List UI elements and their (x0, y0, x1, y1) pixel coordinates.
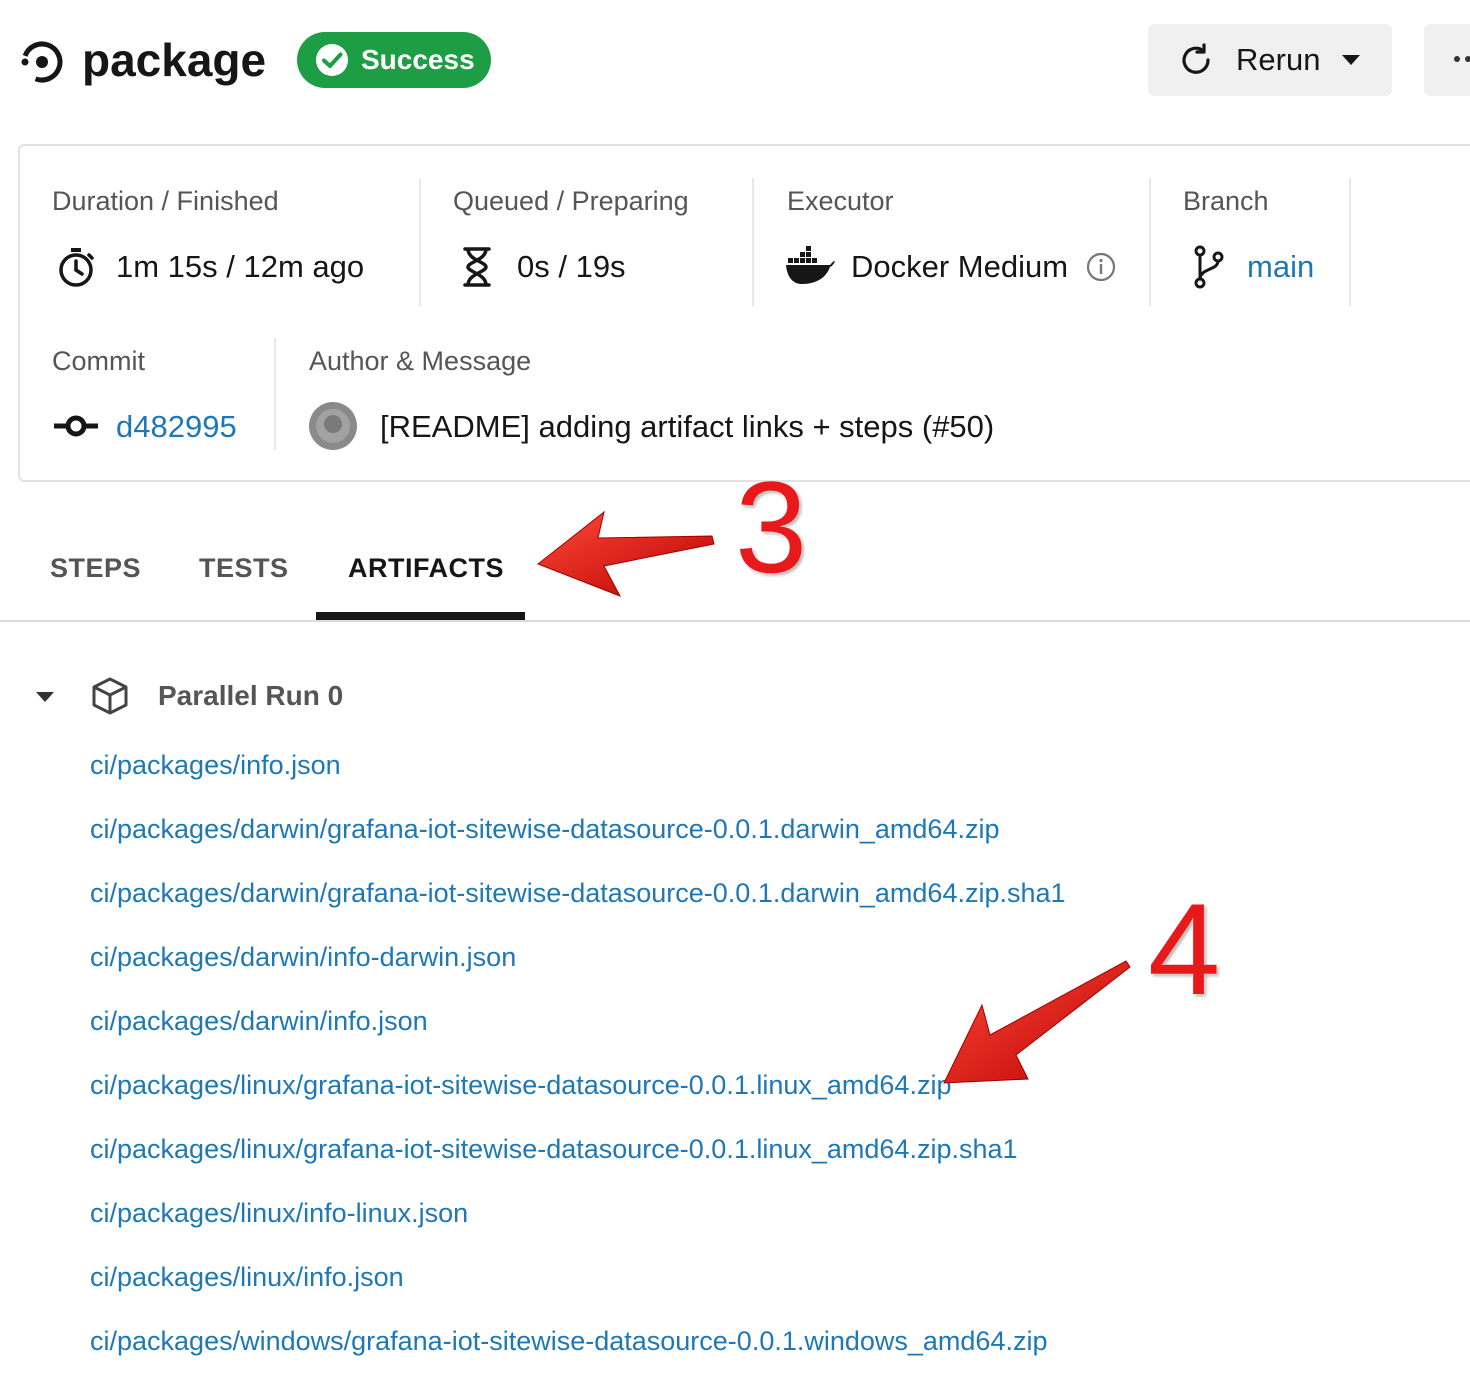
info-divider (419, 178, 421, 306)
more-actions-button[interactable] (1424, 24, 1470, 96)
artifact-link[interactable]: ci/packages/linux/grafana-iot-sitewise-d… (90, 1134, 1018, 1165)
artifact-link[interactable]: ci/packages/windows/grafana-iot-sitewise… (90, 1326, 1048, 1357)
artifact-link[interactable]: ci/packages/darwin/info.json (90, 1006, 428, 1037)
author-label: Author & Message (309, 346, 532, 376)
artifact-link[interactable]: ci/packages/darwin/grafana-iot-sitewise-… (90, 878, 1066, 909)
checkmark-circle-icon (316, 44, 348, 76)
tabs-divider (0, 620, 1470, 622)
artifact-link[interactable]: ci/packages/linux/info.json (90, 1262, 404, 1293)
artifact-link[interactable]: ci/packages/darwin/info-darwin.json (90, 942, 516, 973)
rerun-label: Rerun (1236, 42, 1321, 77)
package-box-icon (92, 677, 128, 715)
executor-label: Executor (787, 186, 894, 216)
collapse-caret-icon[interactable] (36, 692, 54, 702)
duration-label: Duration / Finished (52, 186, 279, 216)
duration-value: 1m 15s / 12m ago (116, 249, 365, 284)
stopwatch-icon (59, 248, 94, 287)
status-badge: Success (297, 32, 491, 88)
annotation-number-3: 3 (735, 454, 808, 600)
queued-label: Queued / Preparing (453, 186, 689, 216)
annotation-arrow-4 (943, 960, 1131, 1084)
branch-link[interactable]: main (1247, 249, 1314, 285)
tab-tests[interactable]: TESTS (199, 553, 289, 584)
info-divider (1149, 178, 1151, 306)
annotation-number-4: 4 (1148, 876, 1221, 1022)
queued-value: 0s / 19s (517, 249, 626, 284)
branch-label: Branch (1183, 186, 1269, 216)
commit-icon (54, 415, 98, 437)
avatar[interactable] (309, 402, 357, 450)
refresh-icon (1182, 43, 1210, 74)
info-divider (1349, 178, 1351, 306)
circleci-logo-icon (21, 41, 63, 83)
artifact-link[interactable]: ci/packages/info.json (90, 750, 341, 781)
artifact-link[interactable]: ci/packages/darwin/grafana-iot-sitewise-… (90, 814, 999, 845)
status-label: Success (361, 44, 475, 75)
more-dots-icon (1454, 56, 1460, 62)
active-tab-indicator (316, 612, 525, 620)
info-divider (752, 178, 754, 306)
parallel-run-title[interactable]: Parallel Run 0 (158, 680, 343, 712)
commit-link[interactable]: d482995 (116, 409, 237, 445)
hourglass-icon (463, 247, 491, 287)
executor-value: Docker Medium (851, 249, 1069, 284)
commit-label: Commit (52, 346, 145, 376)
tab-steps[interactable]: STEPS (50, 553, 141, 584)
info-divider (274, 338, 276, 450)
docker-icon (786, 246, 835, 284)
rerun-button[interactable]: Rerun (1148, 24, 1392, 96)
branch-icon (1194, 245, 1224, 289)
chevron-down-icon (1342, 55, 1361, 65)
job-title: package (82, 34, 267, 86)
artifact-link[interactable]: ci/packages/linux/info-linux.json (90, 1198, 468, 1229)
annotation-arrow-3 (537, 510, 715, 597)
info-icon[interactable] (1086, 252, 1116, 282)
tab-artifacts[interactable]: ARTIFACTS (348, 553, 504, 584)
artifact-link[interactable]: ci/packages/linux/grafana-iot-sitewise-d… (90, 1070, 951, 1101)
commit-message: [README] adding artifact links + steps (… (380, 409, 995, 444)
